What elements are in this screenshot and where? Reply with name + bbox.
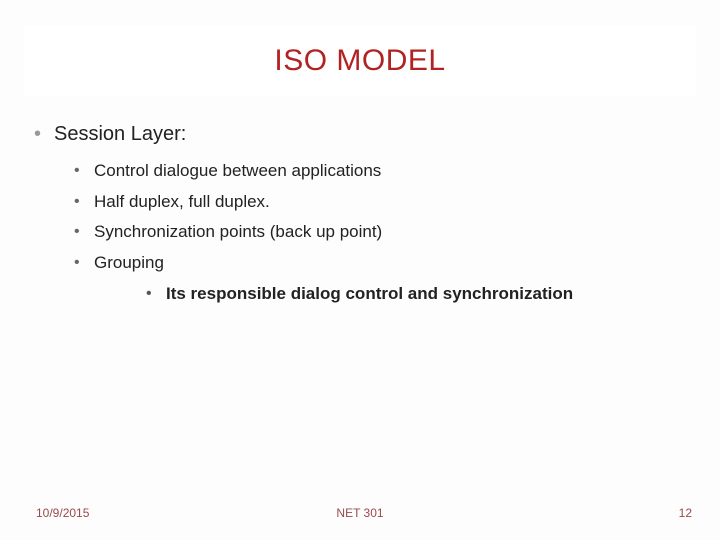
list-item: Its responsible dialog control and synch…	[144, 282, 690, 307]
bullet-list-level-2: Control dialogue between applications Ha…	[54, 159, 690, 306]
list-item-text: Control dialogue between applications	[94, 161, 381, 180]
list-item-text: Half duplex, full duplex.	[94, 192, 270, 211]
footer-page-number: 12	[679, 506, 692, 520]
slide: ISO MODEL Session Layer: Control dialogu…	[0, 0, 720, 540]
list-item: Synchronization points (back up point)	[72, 220, 690, 245]
slide-footer: 10/9/2015 NET 301 12	[0, 506, 720, 524]
bullet-list-level-3: Its responsible dialog control and synch…	[94, 282, 690, 307]
list-item-text: Its responsible dialog control and synch…	[166, 284, 573, 303]
list-item-text: Grouping	[94, 253, 164, 272]
list-item-text: Synchronization points (back up point)	[94, 222, 382, 241]
list-item: Grouping Its responsible dialog control …	[72, 251, 690, 306]
slide-title: ISO MODEL	[274, 44, 445, 78]
bullet-list-level-1: Session Layer: Control dialogue between …	[30, 120, 690, 306]
list-item-text: Session Layer:	[54, 123, 186, 145]
list-item: Control dialogue between applications	[72, 159, 690, 184]
title-band: ISO MODEL	[24, 26, 696, 96]
list-item: Session Layer: Control dialogue between …	[30, 120, 690, 306]
footer-date: 10/9/2015	[36, 506, 89, 520]
list-item: Half duplex, full duplex.	[72, 190, 690, 215]
slide-content: Session Layer: Control dialogue between …	[30, 120, 690, 316]
footer-course: NET 301	[336, 506, 383, 520]
